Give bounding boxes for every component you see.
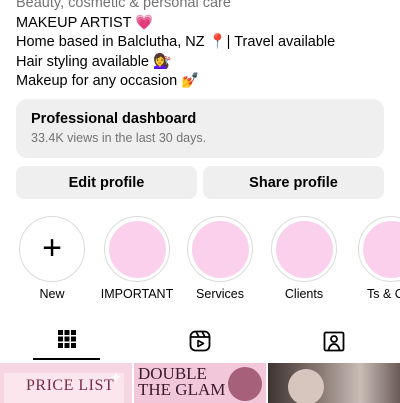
highlight-ring <box>271 216 337 282</box>
post-text: PRICE LIST <box>26 377 114 395</box>
profile-bio: Beauty, cosmetic & personal care MAKEUP … <box>16 0 396 92</box>
highlight-ring <box>358 216 400 282</box>
highlight-label: Clients <box>263 287 345 301</box>
dashboard-subtitle: 33.4K views in the last 30 days. <box>31 130 369 146</box>
tagged-icon <box>322 329 346 353</box>
highlight-cover <box>363 221 400 278</box>
tab-reels[interactable] <box>133 322 266 360</box>
bio-line: MAKEUP ARTIST 💗 <box>16 14 396 34</box>
highlight-label: Services <box>179 287 261 301</box>
active-tab-indicator <box>33 358 100 360</box>
highlight-cover <box>276 221 333 278</box>
highlight-ts-and-c[interactable]: Ts & C <box>346 216 400 301</box>
share-profile-button[interactable]: Share profile <box>203 166 384 199</box>
post-price-list[interactable]: PRICE LIST ✦ <box>0 363 132 403</box>
grid-icon <box>57 329 77 349</box>
highlight-label: Ts & C <box>346 287 400 301</box>
highlight-services[interactable]: Services <box>179 216 261 301</box>
profile-tabs <box>0 322 400 360</box>
highlight-label: IMPORTANT <box>96 287 178 301</box>
highlight-clients[interactable]: Clients <box>263 216 345 301</box>
sparkle-icon: ✦ <box>110 369 122 386</box>
highlight-label: New <box>11 287 93 301</box>
bio-line: Hair styling available 💇‍♀️ <box>16 53 396 73</box>
highlight-ring <box>187 216 253 282</box>
highlight-new[interactable]: + New <box>11 216 93 301</box>
edit-profile-button[interactable]: Edit profile <box>16 166 197 199</box>
professional-dashboard-card[interactable]: Professional dashboard 33.4K views in th… <box>16 99 384 158</box>
tab-grid[interactable] <box>0 322 133 360</box>
bio-line: Makeup for any occasion 💅 <box>16 72 396 92</box>
highlight-cover <box>192 221 249 278</box>
post-photo-tile[interactable] <box>268 363 400 403</box>
post-text: THE GLAM <box>138 382 225 398</box>
reels-icon <box>188 329 212 353</box>
new-highlight-ring[interactable]: + <box>19 216 85 282</box>
tab-tagged[interactable] <box>267 322 400 360</box>
highlight-important[interactable]: IMPORTANT <box>96 216 178 301</box>
dashboard-title: Professional dashboard <box>31 111 369 128</box>
highlight-ring <box>104 216 170 282</box>
profile-category: Beauty, cosmetic & personal care <box>16 0 396 14</box>
bio-line: Home based in Balclutha, NZ 📍| Travel av… <box>16 33 396 53</box>
plus-icon: + <box>42 231 62 265</box>
post-photo <box>228 367 262 401</box>
post-double-the-glam[interactable]: DOUBLE THE GLAM <box>134 363 266 403</box>
highlight-cover <box>109 221 166 278</box>
post-photo-subject <box>288 369 324 403</box>
